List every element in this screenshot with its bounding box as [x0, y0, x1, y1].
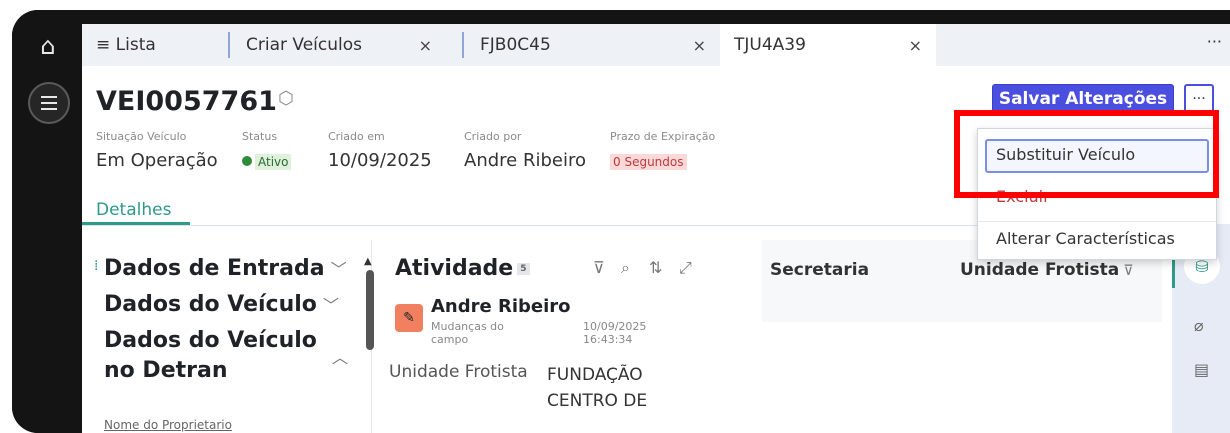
- activity-user: Andre Ribeiro: [431, 296, 571, 317]
- status-value: Ativo: [255, 154, 292, 170]
- tab-label: TJU4A39: [734, 35, 806, 55]
- chevron-up-icon[interactable]: ︿: [332, 344, 348, 368]
- scroll-up-icon[interactable]: ▲: [364, 256, 372, 267]
- filter-icon[interactable]: ⊽: [1123, 263, 1133, 279]
- pencil-icon: ✎: [395, 304, 423, 332]
- section-label: Dados do Veículo: [104, 292, 317, 317]
- field-value-criado-em: 10/09/2025: [328, 150, 432, 171]
- expiry-badge: 0 Segundos: [610, 150, 687, 171]
- search-icon[interactable]: ⌕: [621, 258, 630, 278]
- section-label: Dados do Veículo: [104, 328, 317, 353]
- activity-description: Mudanças do campo: [431, 320, 504, 346]
- field-label-status: Status: [242, 130, 278, 143]
- app-window: ⌂ ≡ Lista Criar Veículos × FJB0C45 × TJU…: [12, 10, 1230, 433]
- close-icon[interactable]: ×: [909, 36, 922, 55]
- drag-handle-icon[interactable]: ⁞: [94, 258, 98, 274]
- field-value-criado-por: Andre Ribeiro: [464, 150, 586, 171]
- column-unidade-frotista[interactable]: Unidade Frotista ⊽: [960, 260, 1134, 280]
- paperclip-icon[interactable]: ⌀: [1194, 316, 1204, 335]
- section-label: no Detran: [104, 358, 228, 383]
- field-label-criado-em: Criado em: [328, 130, 385, 143]
- column-secretaria[interactable]: Secretaria: [770, 260, 869, 280]
- section-dados-veiculo-detran[interactable]: Dados do Veículo: [104, 326, 317, 356]
- activity-field-value: FUNDAÇÃO CENTRO DE: [547, 365, 648, 411]
- tag-icon[interactable]: ⬡: [278, 88, 294, 109]
- tab-separator: [228, 32, 230, 58]
- highlight-annotation-box: [954, 110, 1219, 198]
- close-icon[interactable]: ×: [419, 36, 432, 55]
- menu-item-alterar-caracteristicas[interactable]: Alterar Características: [996, 229, 1175, 248]
- tab-lista[interactable]: ≡ Lista: [96, 24, 226, 66]
- left-nav-rail: ⌂: [12, 10, 82, 433]
- activity-title-label: Atividade: [395, 256, 514, 281]
- tab-tju4a39[interactable]: TJU4A39 ×: [720, 24, 936, 66]
- field-label-prazo: Prazo de Expiração: [610, 130, 716, 143]
- activity-count-badge: 5: [517, 263, 530, 275]
- tab-bar: ≡ Lista Criar Veículos × FJB0C45 × TJU4A…: [82, 24, 1230, 66]
- activity-datetime: 10/09/2025 16:43:34: [583, 320, 647, 346]
- tab-overflow-icon[interactable]: ···: [1207, 32, 1222, 51]
- field-label-criado-por: Criado por: [464, 130, 522, 143]
- hamburger-menu-icon[interactable]: [28, 82, 70, 124]
- expand-icon[interactable]: ⤢: [679, 258, 692, 278]
- tab-label: Criar Veículos: [246, 35, 362, 55]
- field-value-situacao: Em Operação: [96, 150, 218, 171]
- tab-criar-veiculos[interactable]: Criar Veículos ×: [246, 24, 446, 66]
- document-icon[interactable]: ▤: [1194, 360, 1209, 379]
- scrollbar[interactable]: [366, 270, 374, 350]
- section-dados-veiculo-detran-line2[interactable]: no Detran: [104, 356, 228, 386]
- chevron-down-icon: ﹀: [322, 296, 339, 315]
- sort-icon[interactable]: ⇅: [649, 258, 662, 277]
- activity-panel: Atividade 5 ⊽ ⌕ ⇅ ⤢ ✎ Andre Ribeiro Mudan…: [387, 240, 757, 433]
- close-icon[interactable]: ×: [693, 36, 706, 55]
- tab-fjb0c45[interactable]: FJB0C45 ×: [480, 24, 720, 66]
- home-icon[interactable]: ⌂: [34, 32, 62, 60]
- activity-field-name: Unidade Frotista: [389, 362, 528, 382]
- column-label: Unidade Frotista: [960, 260, 1120, 280]
- chevron-down-icon: ﹀: [330, 260, 347, 279]
- filter-icon[interactable]: ⊽: [593, 258, 605, 277]
- section-dados-entrada[interactable]: Dados de Entrada ﹀: [104, 254, 347, 285]
- field-label-situacao: Situação Veículo: [96, 130, 187, 143]
- activity-title: Atividade 5: [395, 256, 530, 281]
- tab-separator: [462, 32, 464, 58]
- menu-divider: [978, 221, 1216, 222]
- tab-detalhes[interactable]: Detalhes: [96, 200, 171, 220]
- sections-panel: ⁞ Dados de Entrada ﹀ Dados do Veículo ﹀ Da…: [82, 240, 374, 433]
- tab-label: ≡ Lista: [96, 35, 156, 55]
- status-dot-icon: [242, 156, 252, 166]
- record-title: VEI0057761: [96, 86, 277, 117]
- tab-label: FJB0C45: [480, 35, 551, 55]
- section-dados-veiculo[interactable]: Dados do Veículo ﹀: [104, 290, 339, 321]
- main-content: ≡ Lista Criar Veículos × FJB0C45 × TJU4A…: [82, 24, 1230, 433]
- section-label: Dados de Entrada: [104, 256, 325, 281]
- owner-field-label: Nome do Proprietario: [104, 418, 232, 432]
- expiry-value: 0 Segundos: [610, 154, 687, 170]
- status-badge: Ativo: [242, 150, 292, 171]
